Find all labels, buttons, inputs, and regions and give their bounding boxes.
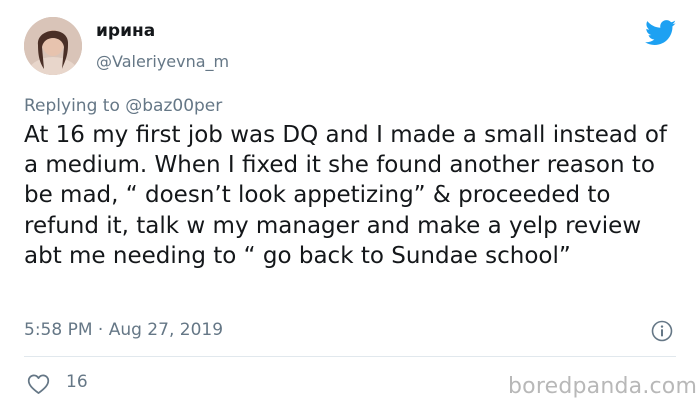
user-handle[interactable]: @Valeriyevna_m <box>96 52 229 71</box>
avatar[interactable] <box>24 17 82 75</box>
replying-to-line: Replying to @baz00per <box>24 96 222 116</box>
tweet-timestamp[interactable]: 5:58 PM · Aug 27, 2019 <box>24 320 223 340</box>
divider <box>24 356 676 357</box>
profile-photo <box>24 17 82 75</box>
replying-to-label: Replying to <box>24 96 120 116</box>
reply-mention-link[interactable]: @baz00per <box>125 96 222 116</box>
boredpanda-watermark: boredpanda.com <box>508 374 698 399</box>
like-count: 16 <box>66 372 88 392</box>
info-icon[interactable] <box>651 320 673 342</box>
twitter-bird-icon[interactable] <box>645 20 677 46</box>
display-name[interactable]: ирина <box>96 21 155 41</box>
tweet-text: At 16 my first job was DQ and I made a s… <box>24 122 668 269</box>
heart-icon[interactable] <box>27 373 50 395</box>
